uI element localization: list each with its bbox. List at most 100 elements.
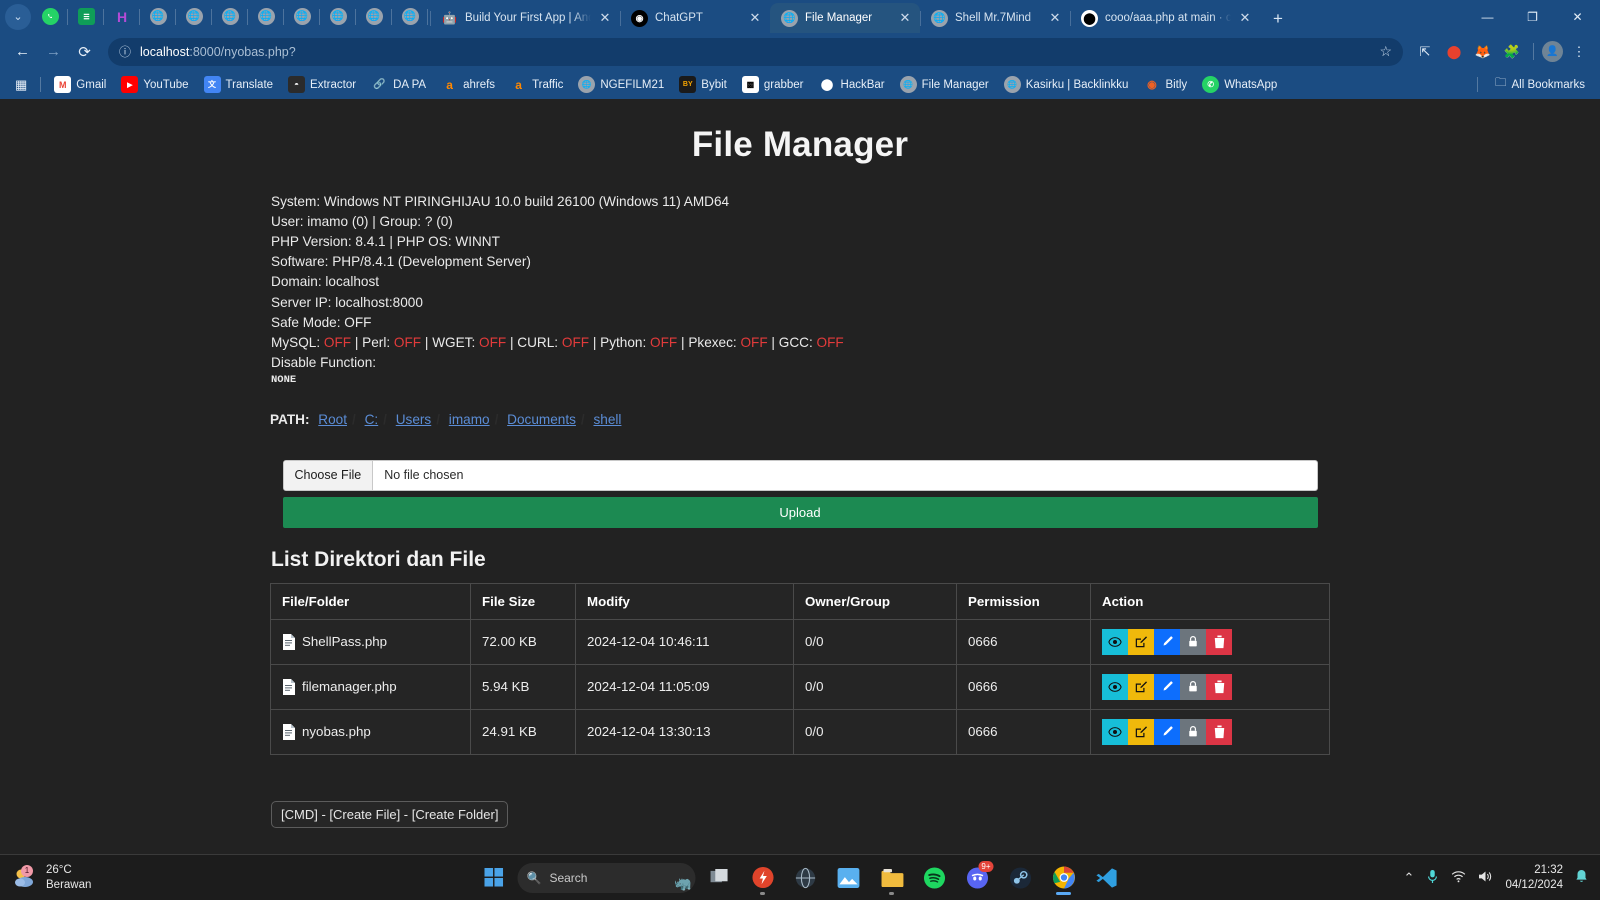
bookmark-star-icon[interactable]: ☆ (1379, 43, 1392, 60)
wifi-icon[interactable] (1451, 870, 1466, 886)
taskbar-app-browser[interactable] (787, 859, 825, 897)
eye-icon[interactable] (1102, 673, 1128, 700)
taskbar-app-vscode[interactable] (1088, 859, 1126, 897)
clock[interactable]: 21:32 04/12/2024 (1505, 863, 1563, 893)
tab-chatgpt[interactable]: ◉ ChatGPT ✕ (620, 3, 770, 33)
bell-icon[interactable] (1575, 869, 1588, 887)
close-icon[interactable]: ✕ (898, 10, 912, 26)
bookmark-translate[interactable]: 文 Translate (197, 74, 281, 95)
taskbar-app-discord[interactable]: 9+ (959, 859, 997, 897)
bookmark-ahrefs[interactable]: a ahrefs (434, 74, 502, 95)
tab-file-manager[interactable]: 🌐 File Manager ✕ (770, 3, 920, 33)
start-button[interactable] (475, 859, 513, 897)
globe-pinned-tab-8[interactable]: 🌐 (392, 2, 428, 32)
bookmark-bybit[interactable]: BY Bybit (672, 74, 734, 95)
adblock-icon[interactable]: ⬤ (1441, 39, 1467, 65)
lock-icon[interactable] (1180, 628, 1206, 655)
taskbar-app-steam[interactable] (1002, 859, 1040, 897)
globe-pinned-tab-3[interactable]: 🌐 (212, 2, 248, 32)
maximize-button[interactable]: ❐ (1510, 0, 1555, 33)
reload-button[interactable]: ⟳ (70, 37, 99, 66)
globe-pinned-tab-6[interactable]: 🌐 (320, 2, 356, 32)
extension-fox-icon[interactable]: 🦊 (1470, 39, 1496, 65)
pencil-icon[interactable] (1154, 628, 1180, 655)
globe-pinned-tab-7[interactable]: 🌐 (356, 2, 392, 32)
edit-square-icon[interactable] (1128, 673, 1154, 700)
bookmark-youtube[interactable]: ▶ YouTube (114, 74, 195, 95)
close-icon[interactable]: ✕ (1238, 10, 1252, 26)
bookmark-bitly[interactable]: ◉ Bitly (1136, 74, 1194, 95)
taskbar-app-spotify[interactable] (916, 859, 954, 897)
globe-pinned-tab-5[interactable]: 🌐 (284, 2, 320, 32)
pencil-icon[interactable] (1154, 673, 1180, 700)
close-icon[interactable]: ✕ (1048, 10, 1062, 26)
bookmark-hackbar[interactable]: ⬤ HackBar (812, 74, 892, 95)
trash-icon[interactable] (1206, 673, 1232, 700)
pencil-icon[interactable] (1154, 718, 1180, 745)
edit-square-icon[interactable] (1128, 718, 1154, 745)
bookmark-kasirku-backlinkku[interactable]: 🌐 Kasirku | Backlinkku (997, 74, 1136, 95)
breadcrumb-link-shell[interactable]: shell (593, 412, 621, 427)
breadcrumb-link-root[interactable]: Root (318, 412, 347, 427)
file-link[interactable]: filemanager.php (302, 679, 397, 694)
mic-icon[interactable] (1426, 869, 1439, 887)
taskbar-app-photos[interactable] (830, 859, 868, 897)
breadcrumb-link-users[interactable]: Users (396, 412, 432, 427)
apps-grid-icon[interactable]: ▦ (8, 75, 34, 95)
eye-icon[interactable] (1102, 628, 1128, 655)
all-bookmarks-button[interactable]: 🗀 All Bookmarks (1488, 73, 1592, 96)
close-icon[interactable]: ✕ (748, 10, 762, 26)
taskbar-app-chrome[interactable] (1045, 859, 1083, 897)
close-window-button[interactable]: ✕ (1555, 0, 1600, 33)
search-input[interactable]: 🔍 Search 🦏 (517, 862, 696, 893)
profile-avatar[interactable]: 👤 (1542, 41, 1563, 62)
h-pinned-tab[interactable]: H (104, 2, 140, 32)
trash-icon[interactable] (1206, 718, 1232, 745)
choose-file-button[interactable]: Choose File (283, 460, 374, 490)
lock-icon[interactable] (1180, 718, 1206, 745)
bookmark-grabber[interactable]: ▩ grabber (735, 74, 811, 95)
bookmark-extractor[interactable]: ◓ Extractor (281, 74, 363, 95)
bookmark-whatsapp[interactable]: ✆ WhatsApp (1195, 74, 1284, 95)
forward-button[interactable]: → (39, 37, 68, 66)
edit-square-icon[interactable] (1128, 628, 1154, 655)
tab-build-your-first-app[interactable]: 🤖 Build Your First App | Android ✕ (430, 3, 620, 33)
taskbar-app-firealpaca[interactable] (744, 859, 782, 897)
breadcrumb-link-imamo[interactable]: imamo (449, 412, 490, 427)
globe-pinned-tab-2[interactable]: 🌐 (176, 2, 212, 32)
chevron-up-icon[interactable]: ⌃ (1404, 870, 1415, 886)
back-button[interactable]: ← (8, 37, 37, 66)
info-circle-icon[interactable]: ⓘ (119, 43, 131, 60)
eye-icon[interactable] (1102, 718, 1128, 745)
split-screen-icon[interactable]: ⇱ (1412, 39, 1438, 65)
minimize-button[interactable]: — (1465, 0, 1510, 33)
tab-github-cooo-aaa-php[interactable]: ⬤ cooo/aaa.php at main · chmod ✕ (1070, 3, 1260, 33)
bookmark-da-pa[interactable]: 🔗 DA PA (364, 74, 433, 95)
tabsearch-chevron-icon[interactable]: ⌄ (5, 3, 31, 30)
volume-icon[interactable] (1478, 870, 1493, 886)
address-bar[interactable]: ⓘ localhost:8000/nyobas.php? ☆ (108, 37, 1403, 66)
file-input[interactable]: Choose File No file chosen (282, 459, 1318, 491)
bookmark-file-manager[interactable]: 🌐 File Manager (893, 74, 996, 95)
extensions-puzzle-icon[interactable]: 🧩 (1499, 39, 1525, 65)
taskview-button[interactable] (701, 859, 739, 897)
new-tab-button[interactable]: + (1264, 5, 1292, 33)
taskbar-app-explorer[interactable] (873, 859, 911, 897)
whatsapp-pinned-tab[interactable] (32, 2, 68, 32)
trash-icon[interactable] (1206, 628, 1232, 655)
sheets-pinned-tab[interactable] (68, 2, 104, 32)
globe-pinned-tab-1[interactable]: 🌐 (140, 2, 176, 32)
breadcrumb-link-documents[interactable]: Documents (507, 412, 576, 427)
kebab-menu-icon[interactable]: ⋮ (1566, 39, 1592, 65)
bookmark-ngefilm21[interactable]: 🌐 NGEFILM21 (571, 74, 671, 95)
cmd-create-bar[interactable]: [CMD] - [Create File] - [Create Folder] (271, 800, 509, 828)
bookmark-traffic[interactable]: a Traffic (503, 74, 570, 95)
breadcrumb-link-c[interactable]: C: (365, 412, 379, 427)
close-icon[interactable]: ✕ (598, 10, 612, 26)
file-link[interactable]: ShellPass.php (302, 634, 387, 649)
bookmark-gmail[interactable]: M Gmail (47, 74, 113, 95)
lock-icon[interactable] (1180, 673, 1206, 700)
tab-shell-mr7mind[interactable]: 🌐 Shell Mr.7Mind ✕ (920, 3, 1070, 33)
globe-pinned-tab-4[interactable]: 🌐 (248, 2, 284, 32)
upload-button[interactable]: Upload (282, 496, 1318, 528)
